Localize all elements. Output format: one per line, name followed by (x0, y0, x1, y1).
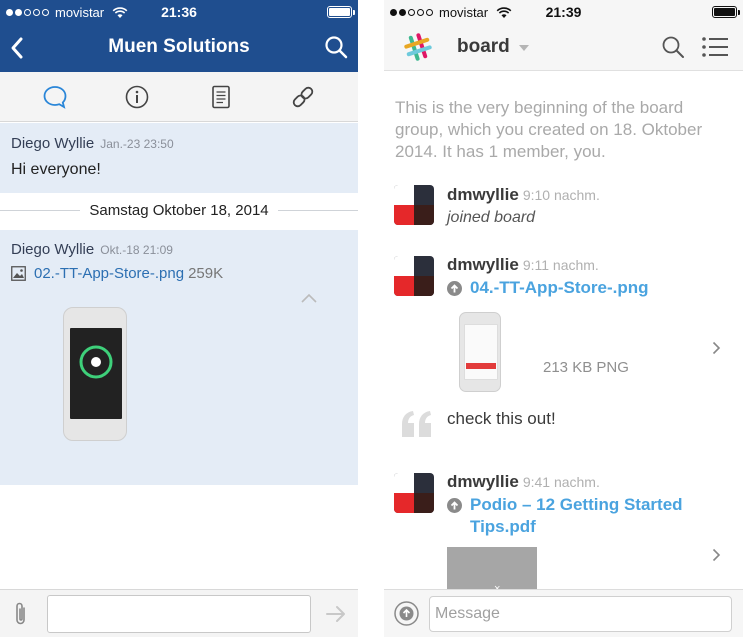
collapse-chevron-icon[interactable] (300, 292, 318, 304)
status-bar: movistar 21:39 (384, 0, 743, 24)
send-arrow-icon[interactable] (325, 603, 347, 625)
date-divider-label: Samstag Oktober 18, 2014 (89, 202, 269, 219)
info-icon[interactable] (124, 84, 150, 110)
message-header: dmwyllie 9:10 nachm. (447, 185, 600, 205)
message-header: dmwyllie 9:41 nachm. (447, 472, 600, 492)
image-file-icon (11, 266, 26, 281)
document-icon[interactable] (208, 84, 234, 110)
search-icon[interactable] (661, 35, 685, 59)
message-time: 9:10 nachm. (522, 187, 600, 203)
message-time: 9:41 nachm. (522, 474, 600, 490)
file-link[interactable]: 04.-TT-App-Store-.png (447, 277, 648, 299)
upload-icon (447, 498, 462, 513)
channel-name[interactable]: board (457, 36, 510, 58)
tab-bar (0, 72, 358, 122)
paperclip-icon[interactable] (13, 601, 29, 627)
right-phone-screen: movistar 21:39 board This is the very be… (384, 0, 743, 637)
message-author-line: Diego Wyllie Jan.-23 23:50 (11, 135, 174, 152)
status-bar: movistar 21:36 (0, 0, 358, 24)
image-thumbnail[interactable] (63, 307, 127, 441)
file-name[interactable]: 04.-TT-App-Store-.png (470, 277, 648, 299)
message-text: Hi everyone! (11, 161, 101, 178)
file-thumbnail[interactable] (459, 312, 501, 392)
attachment-name[interactable]: 02.-TT-App-Store-.png (34, 265, 184, 282)
composer (0, 589, 358, 637)
message-user[interactable]: dmwyllie (447, 255, 519, 274)
date-divider: Samstag Oktober 18, 2014 (0, 193, 358, 229)
link-icon[interactable] (290, 84, 316, 110)
message-item[interactable]: Diego Wyllie Okt.-18 21:09 02.-TT-App-Sto… (0, 230, 358, 485)
message-header: dmwyllie 9:11 nachm. (447, 255, 599, 275)
upload-icon (447, 281, 462, 296)
search-icon[interactable] (324, 35, 348, 59)
attachment-link[interactable]: 02.-TT-App-Store-.png 259K (11, 265, 223, 282)
chevron-right-icon[interactable] (712, 548, 721, 562)
message-time: Okt.-18 21:09 (100, 243, 173, 257)
file-meta: 213 KB PNG (543, 359, 629, 376)
file-comment: check this out! (447, 409, 556, 428)
avatar[interactable] (394, 473, 434, 513)
nav-bar: Muen Solutions (0, 24, 358, 72)
nav-bar: board (384, 24, 743, 71)
battery-icon (327, 6, 355, 18)
attachment-size: 259K (188, 265, 224, 282)
message-user[interactable]: dmwyllie (447, 185, 519, 204)
page-title: Muen Solutions (108, 36, 250, 57)
slack-logo-icon[interactable] (403, 32, 433, 62)
chevron-right-icon[interactable] (712, 341, 721, 355)
left-phone-screen: movistar 21:36 Muen Solutions Diego Wyll… (0, 0, 358, 637)
message-author-line: Diego Wyllie Okt.-18 21:09 (11, 241, 173, 258)
message-time: 9:11 nachm. (522, 257, 599, 273)
file-link[interactable]: Podio – 12 Getting Started Tips.pdf (447, 494, 697, 538)
channel-intro: This is the very beginning of the board … (395, 98, 703, 161)
message-author[interactable]: Diego Wyllie (11, 241, 94, 258)
status-time: 21:39 (545, 4, 582, 20)
message-user[interactable]: dmwyllie (447, 472, 519, 491)
list-menu-icon[interactable] (702, 37, 728, 57)
avatar[interactable] (394, 185, 434, 225)
message-item[interactable]: Diego Wyllie Jan.-23 23:50 Hi everyone! (0, 123, 358, 193)
status-time: 21:36 (161, 4, 197, 20)
upload-button-icon[interactable] (394, 601, 419, 626)
message-text: joined board (447, 209, 536, 226)
message-time: Jan.-23 23:50 (100, 137, 174, 151)
quote-icon (402, 411, 431, 437)
chat-icon[interactable] (42, 84, 68, 110)
message-author[interactable]: Diego Wyllie (11, 135, 94, 152)
composer: Message (384, 589, 743, 637)
message-input[interactable] (47, 595, 311, 633)
avatar[interactable] (394, 256, 434, 296)
caret-down-icon[interactable] (519, 45, 529, 51)
battery-icon (712, 6, 740, 18)
file-name[interactable]: Podio – 12 Getting Started Tips.pdf (470, 494, 697, 538)
message-input[interactable]: Message (429, 596, 732, 632)
